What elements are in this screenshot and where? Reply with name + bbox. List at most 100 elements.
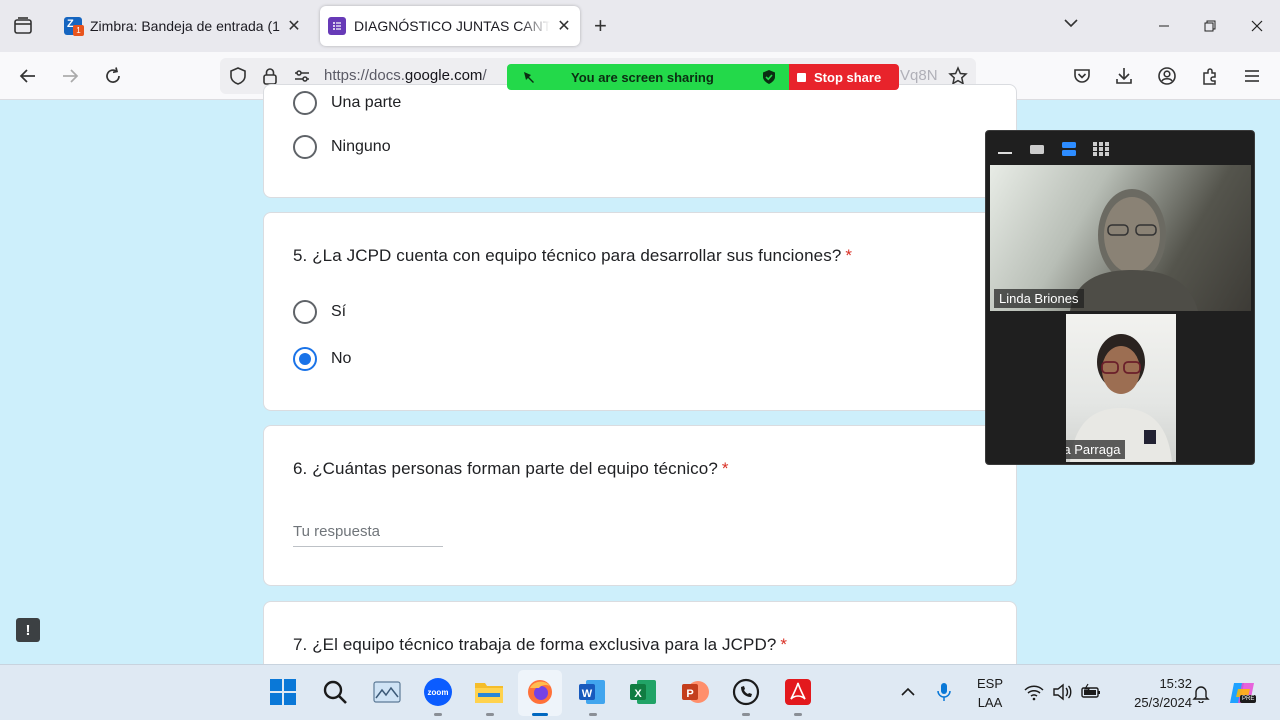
acrobat-icon[interactable] <box>783 677 813 707</box>
microphone-icon[interactable] <box>936 682 952 707</box>
restore-icon[interactable] <box>1198 14 1222 38</box>
reload-icon[interactable] <box>101 64 125 88</box>
volume-icon[interactable] <box>1052 683 1072 706</box>
powerpoint-icon[interactable]: P <box>680 677 710 707</box>
option-label: No <box>331 350 352 367</box>
participant-name: Linda Briones <box>994 289 1084 308</box>
copilot-icon[interactable]: PRE <box>1228 679 1258 707</box>
option-ninguno[interactable]: Ninguno <box>293 135 391 159</box>
minimize-video-icon[interactable] <box>996 141 1014 157</box>
question-title: 5. ¿La JCPD cuenta con equipo técnico pa… <box>293 246 852 266</box>
url-text[interactable]: https://docs.google.com/ <box>324 67 487 84</box>
menu-hamburger-icon[interactable] <box>1240 64 1264 88</box>
drag-handle-icon[interactable] <box>521 69 537 88</box>
radio-button-selected[interactable] <box>293 347 317 371</box>
option-label: Una parte <box>331 94 402 111</box>
stop-icon <box>797 72 806 82</box>
svg-text:P: P <box>686 688 693 700</box>
chevron-down-icon[interactable] <box>1062 14 1080 37</box>
back-arrow-icon[interactable] <box>16 64 40 88</box>
downloads-icon[interactable] <box>1112 64 1136 88</box>
option-label: Sí <box>331 303 347 320</box>
whatsapp-icon[interactable] <box>731 677 761 707</box>
sharing-status[interactable]: You are screen sharing <box>507 64 789 90</box>
option-si[interactable]: Sí <box>293 300 346 324</box>
language-code: ESP <box>976 676 1003 691</box>
excel-icon[interactable]: X <box>628 677 658 707</box>
tracking-shield-icon[interactable] <box>228 66 248 91</box>
zimbra-badge: 1 <box>73 25 84 36</box>
radio-button[interactable] <box>293 91 317 115</box>
gallery-view-icon[interactable] <box>1092 141 1110 157</box>
close-icon[interactable]: ✕ <box>286 18 302 35</box>
battery-icon[interactable] <box>1080 683 1102 706</box>
clock-date: 25/3/2024 <box>1134 695 1192 710</box>
tab-google-form[interactable]: DIAGNÓSTICO JUNTAS CANTONALES ✕ <box>320 6 580 46</box>
url-tail: Vq8N <box>900 67 938 84</box>
windows-start-icon[interactable] <box>268 677 298 707</box>
question-title: 6. ¿Cuántas personas forman parte del eq… <box>293 459 729 479</box>
photos-widget-icon[interactable] <box>372 677 402 707</box>
tab-title: DIAGNÓSTICO JUNTAS CANTONALES <box>354 18 550 34</box>
url-host: google.com <box>404 67 483 84</box>
tab-zimbra[interactable]: Z 1 Zimbra: Bandeja de entrada (1) ✕ <box>56 6 310 46</box>
question-title: 7. ¿El equipo técnico trabaja de forma e… <box>293 635 787 655</box>
google-forms-icon <box>328 17 346 35</box>
question-card-5: 5. ¿La JCPD cuenta con equipo técnico pa… <box>263 212 1017 411</box>
participant-video[interactable]: Linda Briones <box>990 165 1251 311</box>
keyboard-layout: LAA <box>977 695 1003 710</box>
answer-input[interactable]: Tu respuesta <box>293 523 443 547</box>
radio-button[interactable] <box>293 135 317 159</box>
notification-bell-icon[interactable] <box>1192 683 1210 708</box>
url-prefix: https://docs. <box>324 67 405 84</box>
search-icon[interactable] <box>320 677 350 707</box>
minimize-icon[interactable] <box>1152 14 1176 38</box>
option-no[interactable]: No <box>293 347 351 371</box>
pocket-icon[interactable] <box>1070 64 1094 88</box>
extensions-icon[interactable] <box>1198 64 1222 88</box>
screen-share-bar: You are screen sharing Stop share <box>507 64 899 90</box>
feedback-icon[interactable]: ! <box>16 618 40 642</box>
stop-share-label: Stop share <box>814 69 882 85</box>
option-una-parte[interactable]: Una parte <box>293 91 401 115</box>
windows-taskbar: zoom W X P ESP LAA 15:32 25/3/2024 PRE <box>0 664 1280 720</box>
svg-text:X: X <box>634 688 642 700</box>
url-suffix: / <box>482 67 487 84</box>
participant-video[interactable]: Evelin Rivera Parraga <box>1066 314 1176 462</box>
running-indicator <box>589 713 597 716</box>
wifi-icon[interactable] <box>1024 683 1044 706</box>
running-indicator <box>742 713 750 716</box>
zoom-app-label: zoom <box>424 678 452 706</box>
speaker-view-icon[interactable] <box>1028 141 1046 157</box>
list-all-tabs-icon[interactable] <box>12 15 34 37</box>
tab-title: Zimbra: Bandeja de entrada (1) <box>90 18 280 34</box>
close-icon[interactable]: ✕ <box>556 18 572 35</box>
forward-arrow-icon[interactable] <box>58 64 82 88</box>
participant-name: Evelin Rivera Parraga <box>1066 440 1126 459</box>
question-text: 6. ¿Cuántas personas forman parte del eq… <box>293 459 718 478</box>
close-window-icon[interactable] <box>1245 14 1269 38</box>
tab-strip: Z 1 Zimbra: Bandeja de entrada (1) ✕ DIA… <box>0 0 1280 52</box>
running-indicator <box>794 713 802 716</box>
show-hidden-icons-chevron-up-icon[interactable] <box>900 685 916 704</box>
word-icon[interactable]: W <box>577 677 607 707</box>
stop-share-button[interactable]: Stop share <box>789 64 899 90</box>
clock[interactable]: 15:32 25/3/2024 <box>1112 674 1192 712</box>
new-tab-icon[interactable]: + <box>594 15 607 37</box>
shield-check-icon <box>761 69 777 88</box>
clock-time: 15:32 <box>1159 676 1192 691</box>
radio-button[interactable] <box>293 300 317 324</box>
preview-badge: PRE <box>1240 695 1257 703</box>
question-text: 7. ¿El equipo técnico trabaja de forma e… <box>293 635 777 654</box>
stacked-view-icon[interactable] <box>1060 141 1078 157</box>
required-mark: * <box>780 635 788 654</box>
account-icon[interactable] <box>1155 64 1179 88</box>
question-card-6: 6. ¿Cuántas personas forman parte del eq… <box>263 425 1017 586</box>
language-indicator[interactable]: ESP LAA <box>970 674 1010 712</box>
file-explorer-icon[interactable] <box>474 677 504 707</box>
zoom-app-icon[interactable]: zoom <box>423 677 453 707</box>
question-card-4: Una parte Ninguno <box>263 84 1017 198</box>
firefox-icon[interactable] <box>525 677 555 707</box>
sharing-message: You are screen sharing <box>571 70 714 85</box>
zoom-video-window[interactable]: Linda Briones Evelin Rivera Parraga <box>985 130 1255 465</box>
